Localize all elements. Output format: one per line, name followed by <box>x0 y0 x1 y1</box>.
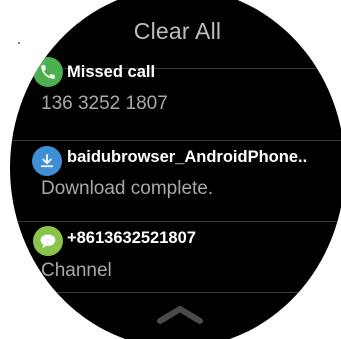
phone-icon <box>33 57 63 87</box>
clear-all-button[interactable]: Clear All <box>10 18 341 45</box>
screen: Clear All Missed call 136 3252 1807 baid… <box>0 0 341 339</box>
notification-title: Missed call <box>67 63 156 81</box>
notification-download[interactable]: baidubrowser_AndroidPhone.. Download com… <box>10 141 341 221</box>
message-icon <box>33 226 63 256</box>
download-icon <box>32 146 62 176</box>
notification-title: +8613632521807 <box>67 229 196 247</box>
notification-message[interactable]: +8613632521807 Channel <box>10 222 341 302</box>
watch-face: Clear All Missed call 136 3252 1807 baid… <box>10 0 341 339</box>
divider <box>10 292 341 293</box>
notification-body: Channel <box>41 260 112 281</box>
notification-missed-call[interactable]: Missed call 136 3252 1807 <box>10 57 341 149</box>
notification-body: 136 3252 1807 <box>41 93 168 114</box>
notification-title: baidubrowser_AndroidPhone.. <box>67 148 308 166</box>
notification-body: Download complete. <box>41 178 214 199</box>
chevron-up-icon[interactable] <box>156 306 204 324</box>
